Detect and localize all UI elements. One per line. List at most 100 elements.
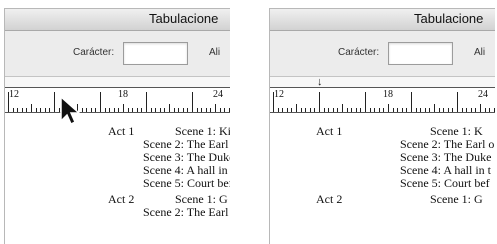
ruler-tick — [323, 108, 325, 112]
panel-title: Tabulacione — [414, 11, 484, 26]
ruler-tick — [397, 108, 399, 112]
ruler-tick — [169, 104, 170, 112]
ruler-tick — [132, 108, 134, 112]
caracter-label: Carácter: — [338, 47, 380, 58]
ruler-tick — [141, 108, 143, 112]
ruler-tick — [365, 92, 366, 112]
ruler-tick — [374, 108, 376, 112]
ruler-tick — [434, 104, 435, 112]
ruler-tick — [127, 108, 129, 112]
ruler-tick — [286, 108, 288, 112]
ruler-tick — [342, 104, 343, 112]
text-line: Scene 2: The Earl o — [143, 205, 230, 219]
ruler-tick — [401, 108, 403, 112]
ruler-tick — [470, 108, 472, 112]
ruler-tick — [277, 108, 279, 112]
ruler-tick — [475, 108, 477, 112]
ruler-tick — [136, 108, 138, 112]
ruler-tick — [443, 108, 445, 112]
ruler-label-18: 18 — [118, 89, 128, 100]
ruler-tick — [146, 92, 147, 112]
text-line: Scene 5: Court bef — [400, 176, 490, 190]
ruler-tick — [90, 108, 92, 112]
ruler-label-12: 12 — [274, 89, 284, 100]
ruler-tick — [415, 108, 417, 112]
ruler-tick — [300, 108, 302, 112]
align-label: Ali — [209, 47, 221, 58]
caracter-label: Carácter: — [73, 47, 115, 58]
tabs-toolbar: Carácter: Ali — [5, 31, 230, 77]
ruler-tick — [40, 108, 42, 112]
ruler-tick — [196, 108, 198, 112]
ruler-tick — [484, 108, 486, 112]
ruler-tick — [461, 108, 463, 112]
ruler-tick — [118, 108, 120, 112]
ruler-tick — [210, 108, 212, 112]
ruler-tick — [159, 108, 161, 112]
ruler-tick — [224, 108, 226, 112]
ruler-band[interactable]: 12 18 24 — [5, 87, 230, 113]
ruler-tick — [406, 108, 408, 112]
ruler-tick — [291, 108, 293, 112]
title-bar[interactable]: Tabulacione — [5, 9, 230, 31]
ruler-label-12: 12 — [9, 89, 19, 100]
ruler-label-18: 18 — [383, 89, 393, 100]
tab-ruler[interactable]: ↓ 12 18 24 — [270, 77, 495, 113]
text-line: Scene 4: A hall in th — [143, 163, 230, 177]
ruler-tick — [150, 108, 152, 112]
ruler-tick — [383, 108, 385, 112]
ruler-tick — [35, 108, 37, 112]
tab-stop-marker[interactable]: ↓ — [317, 77, 323, 88]
ruler-tick — [424, 108, 426, 112]
ruler-tick — [489, 108, 491, 112]
ruler-tick — [447, 108, 449, 112]
ruler-tick — [21, 108, 23, 112]
ruler-tick — [192, 92, 193, 112]
ruler-tick — [100, 92, 101, 112]
ruler-tick — [178, 108, 180, 112]
caracter-input[interactable] — [123, 42, 188, 65]
ruler-tick — [228, 108, 230, 112]
caracter-input[interactable] — [388, 42, 453, 65]
tab-ruler[interactable]: 12 18 24 — [5, 77, 230, 113]
ruler-tick — [104, 108, 106, 112]
ruler-tick — [314, 108, 316, 112]
ruler-tick — [305, 108, 307, 112]
document-text[interactable]: Act 1 Scene 1: Ki Scene 2: The Earl o Sc… — [5, 113, 230, 244]
ruler-tick — [31, 104, 32, 112]
ruler-tick — [17, 108, 19, 112]
ruler-label-24: 24 — [213, 89, 223, 100]
ruler-tick — [282, 108, 284, 112]
tabs-panel-right: Tabulacione Carácter: Ali ↓ 12 18 24 Act… — [269, 8, 495, 244]
ruler-tick — [164, 108, 166, 112]
title-bar[interactable]: Tabulacione — [270, 9, 495, 31]
ruler-tick — [95, 108, 97, 112]
align-label: Ali — [474, 47, 486, 58]
ruler-tick — [205, 108, 207, 112]
text-line: Scene 1: G — [430, 192, 483, 206]
ruler-tick — [452, 108, 454, 112]
ruler-tick — [26, 108, 28, 112]
ruler-tick — [429, 108, 431, 112]
document-text[interactable]: Act 1 Scene 1: K Scene 2: The Earl o Sce… — [270, 113, 495, 244]
text-line: Scene 2: The Earl o — [143, 137, 230, 151]
ruler-tick — [346, 108, 348, 112]
ruler-tick — [466, 108, 468, 112]
ruler-tick — [392, 108, 394, 112]
ruler-tick — [332, 108, 334, 112]
ruler-band[interactable]: 12 18 24 — [270, 87, 495, 113]
text-line: Scene 4: A hall in t — [400, 163, 491, 177]
tabs-panel-left: Tabulacione Carácter: Ali 12 18 24 Act 1… — [4, 8, 230, 244]
act-2-label: Act 2 — [316, 192, 343, 206]
ruler-tick — [173, 108, 175, 112]
ruler-tick — [480, 104, 481, 112]
act-1-label: Act 1 — [316, 124, 343, 138]
ruler-tick — [12, 108, 14, 112]
ruler-tick — [360, 108, 362, 112]
panel-title: Tabulacione — [149, 11, 219, 26]
ruler-tick — [457, 92, 458, 112]
ruler-tick — [319, 92, 320, 112]
ruler-tick — [182, 108, 184, 112]
ruler-tick — [109, 108, 111, 112]
text-line: Scene 2: The Earl o — [400, 137, 495, 151]
